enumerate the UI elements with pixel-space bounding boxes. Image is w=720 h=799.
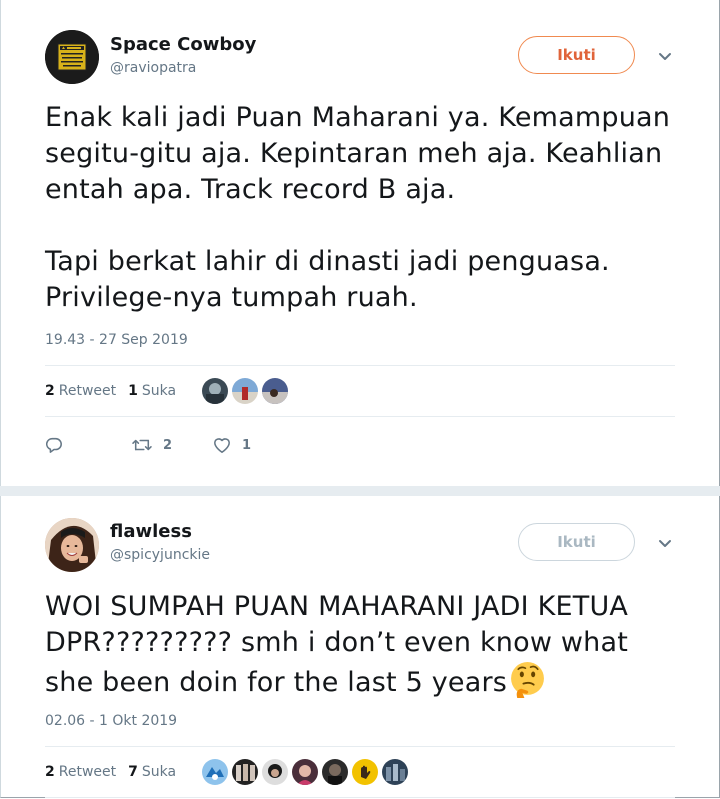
like-action-count: 1 (242, 437, 252, 453)
reply-button[interactable] (45, 436, 63, 454)
tweet-card: Space Cowboy @raviopatra Ikuti Enak kali… (0, 0, 720, 490)
tweet-text: WOI SUMPAH PUAN MAHARANI JADI KETUA DPR?… (45, 589, 685, 701)
user-avatar[interactable] (45, 30, 99, 84)
liker-avatar[interactable] (352, 759, 379, 785)
retweet-label: Retweet (58, 764, 117, 780)
like-stat[interactable]: 1 Suka (128, 383, 176, 399)
like-label: Suka (141, 764, 177, 780)
retweet-stat[interactable]: 2 Retweet (45, 764, 116, 780)
reply-icon (45, 437, 62, 453)
liker-avatar[interactable] (382, 759, 409, 785)
follow-button[interactable]: Ikuti (518, 523, 635, 561)
thinking-face-emoji-icon (511, 662, 544, 698)
user-avatar[interactable] (45, 518, 99, 572)
chevron-down-icon[interactable] (656, 48, 674, 66)
display-name[interactable]: flawless (110, 521, 192, 542)
retweet-icon (132, 439, 152, 451)
liker-avatar[interactable] (292, 759, 319, 785)
liker-avatar[interactable] (322, 759, 349, 785)
portrait-avatar-icon (45, 518, 99, 572)
liker-avatar[interactable] (202, 759, 229, 785)
liker-avatars (202, 759, 412, 785)
tweet-timestamp[interactable]: 02.06 - 1 Okt 2019 (45, 713, 177, 729)
liker-avatar[interactable] (232, 378, 259, 404)
tweet-timestamp[interactable]: 19.43 - 27 Sep 2019 (45, 332, 188, 348)
liker-avatar[interactable] (232, 759, 259, 785)
retweet-label: Retweet (58, 383, 117, 399)
liker-avatars (202, 378, 292, 404)
liker-avatar[interactable] (202, 378, 229, 404)
tweet-card: flawless @spicyjunckie Ikuti WOI SUMPAH … (0, 490, 720, 799)
warning-sign-avatar-icon (45, 30, 99, 84)
liker-avatar[interactable] (262, 378, 289, 404)
user-handle[interactable]: @spicyjunckie (110, 547, 210, 563)
like-label: Suka (141, 383, 177, 399)
heart-icon (214, 438, 231, 453)
tweet-stats: 2 Retweet 7 Suka (45, 746, 675, 798)
retweet-count: 2 (45, 383, 55, 399)
liker-avatar[interactable] (262, 759, 289, 785)
like-stat[interactable]: 7 Suka (128, 764, 176, 780)
tweet-text-content: WOI SUMPAH PUAN MAHARANI JADI KETUA DPR?… (45, 591, 637, 698)
follow-button[interactable]: Ikuti (518, 36, 635, 74)
user-handle[interactable]: @raviopatra (110, 60, 196, 76)
tweet-text: Enak kali jadi Puan Maharani ya. Kemampu… (45, 102, 671, 313)
retweet-button[interactable]: 2 (131, 436, 172, 454)
like-count: 1 (128, 383, 138, 399)
retweet-stat[interactable]: 2 Retweet (45, 383, 116, 399)
display-name[interactable]: Space Cowboy (110, 34, 256, 55)
like-count: 7 (128, 764, 138, 780)
like-button[interactable]: 1 (212, 436, 251, 454)
retweet-count: 2 (45, 764, 55, 780)
tweet-actions: 2 1 (45, 430, 251, 460)
chevron-down-icon[interactable] (656, 535, 674, 553)
retweet-action-count: 2 (163, 437, 173, 453)
tweet-stats: 2 Retweet 1 Suka (45, 365, 675, 417)
